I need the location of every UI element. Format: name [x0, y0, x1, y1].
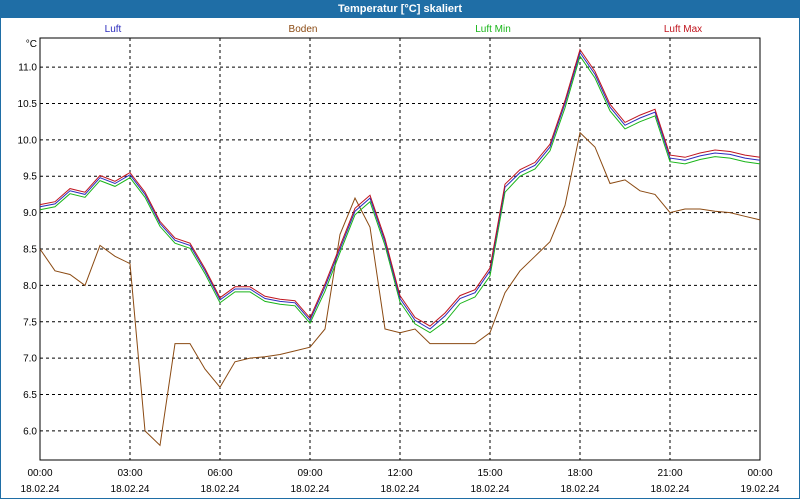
- x-tick-date: 19.02.24: [741, 484, 780, 495]
- x-tick-date: 18.02.24: [291, 484, 330, 495]
- x-tick-time: 06:00: [207, 468, 232, 479]
- y-axis-label: °C: [26, 39, 37, 50]
- y-tick-label: 9.5: [23, 172, 37, 183]
- temperature-chart: 6.0 6.5 7.0 7.5 8.0 8.5 9.0 9.5 10.0 10.5 11.0 °C 00…: [18, 37, 780, 495]
- x-tick-time: 15:00: [477, 468, 502, 479]
- y-tick-label: 8.5: [23, 245, 37, 256]
- y-tick-label: 7.5: [23, 317, 37, 328]
- x-tick-date: 18.02.24: [201, 484, 240, 495]
- y-tick-label: 6.5: [23, 390, 37, 401]
- x-tick-date: 18.02.24: [21, 484, 60, 495]
- x-tick-time: 00:00: [747, 468, 772, 479]
- x-tick-time: 18:00: [567, 468, 592, 479]
- y-tick-label: 7.0: [23, 354, 37, 365]
- y-tick-label: 8.0: [23, 281, 37, 292]
- x-tick-date: 18.02.24: [651, 484, 690, 495]
- x-tick-date: 18.02.24: [111, 484, 150, 495]
- x-tick-time: 09:00: [297, 468, 322, 479]
- y-tick-label: 6.0: [23, 426, 37, 437]
- y-tick-label: 10.0: [18, 135, 38, 146]
- x-tick-date: 18.02.24: [381, 484, 420, 495]
- x-tick-time: 00:00: [27, 468, 52, 479]
- x-tick-time: 03:00: [117, 468, 142, 479]
- y-tick-label: 11.0: [18, 63, 37, 74]
- x-tick-time: 21:00: [657, 468, 682, 479]
- y-tick-label: 10.5: [18, 99, 38, 110]
- x-tick-time: 12:00: [387, 468, 412, 479]
- x-tick-date: 18.02.24: [471, 484, 510, 495]
- y-tick-label: 9.0: [23, 208, 37, 219]
- x-tick-date: 18.02.24: [561, 484, 600, 495]
